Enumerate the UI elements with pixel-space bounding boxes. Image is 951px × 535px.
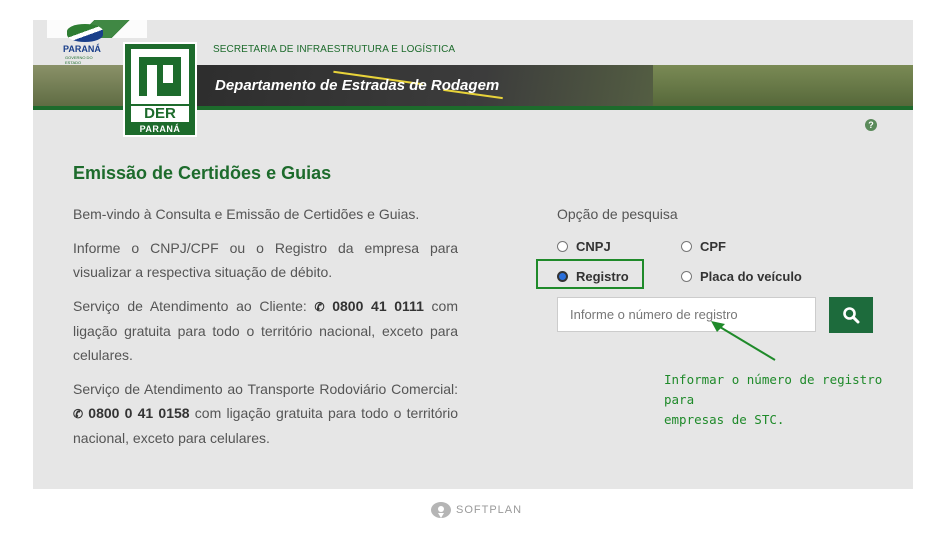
search-option-label: Opção de pesquisa [557,206,678,222]
instruction-text: Informe o CNPJ/CPF ou o Registro da empr… [73,240,458,280]
customer-service-phone: 0800 41 0111 [332,298,424,314]
radio-button[interactable] [557,241,568,252]
department-title: Departamento de Estradas de Rodagem [215,77,500,94]
parana-logo: PARANÁ GOVERNO DO ESTADO [63,24,107,65]
der-mark-icon [131,49,189,104]
parana-flag-icon [67,24,103,42]
page-title: Emissão de Certidões e Guias [73,163,332,183]
transport-service-phone: 0800 0 41 0158 [88,405,190,421]
radio-placa[interactable]: Placa do veículo [681,269,802,284]
main-card: PARANÁ GOVERNO DO ESTADO SECRETARIA DE I… [33,20,913,489]
footer: SOFTPLAN [430,500,522,520]
parana-logo-sub: GOVERNO DO ESTADO [65,55,93,65]
radio-cnpj[interactable]: CNPJ [557,239,611,254]
customer-service-text: Serviço de Atendimento ao Cliente: ✆ 080… [73,298,458,363]
radio-button[interactable] [681,271,692,282]
radio-cpf[interactable]: CPF [681,239,726,254]
der-logo: DER PARANÁ [123,42,197,137]
search-icon [843,307,860,324]
annotation-arrow [711,321,776,361]
parana-logo-text: PARANÁ [63,44,101,54]
transport-service-text: Serviço de Atendimento ao Transporte Rod… [73,381,458,446]
info-text: Bem-vindo à Consulta e Emissão de Certid… [73,202,458,460]
help-icon[interactable]: ? [865,119,877,131]
search-button[interactable] [829,297,873,333]
der-logo-text: DER [131,106,189,122]
annotation-highlight-box [536,259,644,289]
phone-icon: ✆ [73,407,84,421]
footer-brand: SOFTPLAN [456,504,523,516]
secretaria-label: SECRETARIA DE INFRAESTRUTURA E LOGÍSTICA [213,44,456,55]
welcome-text: Bem-vindo à Consulta e Emissão de Certid… [73,206,420,222]
radio-button[interactable] [681,241,692,252]
annotation-text: Informar o número de registro para empre… [664,372,883,427]
softplan-logo-icon [431,502,451,518]
der-logo-sub: PARANÁ [139,124,181,134]
phone-icon: ✆ [314,300,325,314]
